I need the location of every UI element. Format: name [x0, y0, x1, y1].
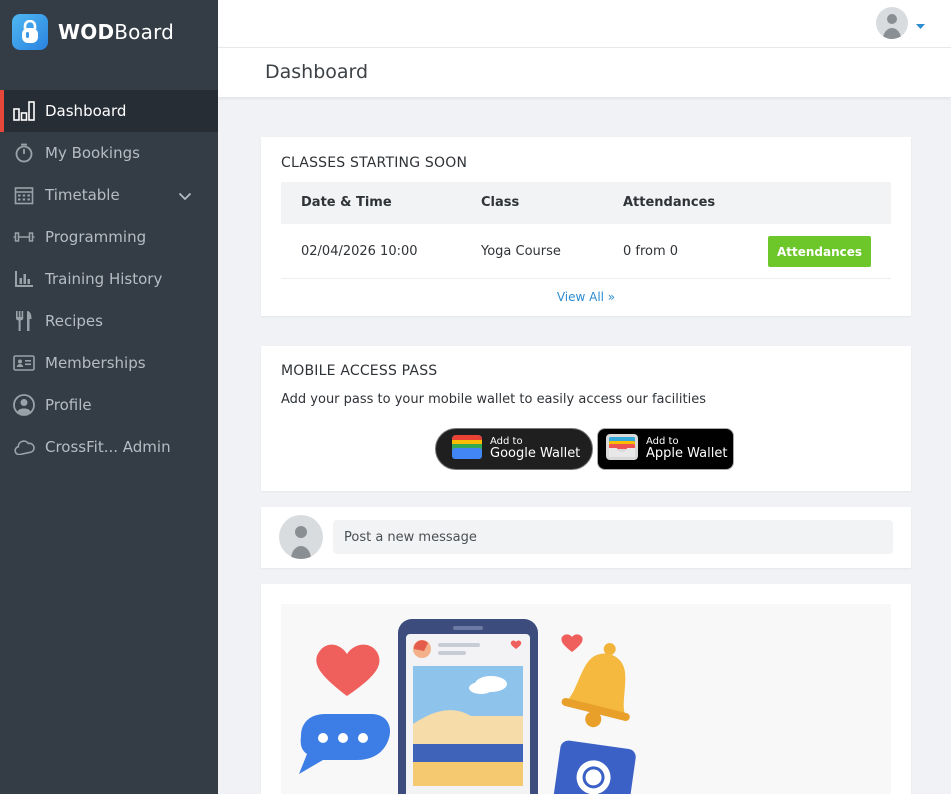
avatar	[279, 515, 323, 559]
attendances-button[interactable]: Attendances	[768, 236, 871, 267]
message-badge-icon	[552, 740, 636, 794]
card-title: MOBILE ACCESS PASS	[281, 363, 438, 379]
sidebar-item-memberships[interactable]: Memberships	[0, 342, 218, 384]
view-all-link[interactable]: View All »	[261, 290, 911, 304]
heart-icon	[561, 634, 583, 652]
post-message-input[interactable]	[333, 520, 893, 554]
add-to-apple-wallet-button[interactable]: Add to Apple Wallet	[597, 428, 734, 470]
sidebar-item-label: Recipes	[45, 312, 103, 330]
classes-card: CLASSES STARTING SOON Date & Time Class …	[261, 137, 911, 316]
heart-icon	[316, 644, 380, 696]
post-composer	[261, 507, 911, 568]
sidebar-item-programming[interactable]: Programming	[0, 216, 218, 258]
utensils-icon	[13, 310, 35, 332]
sidebar-item-label: My Bookings	[45, 144, 140, 162]
card-title: CLASSES STARTING SOON	[281, 155, 468, 171]
cloud-icon	[13, 436, 35, 458]
stopwatch-icon	[13, 142, 35, 164]
brand-name: WODBoard	[58, 20, 175, 44]
kettlebell-logo-icon	[12, 14, 48, 50]
chevron-down-icon[interactable]	[178, 187, 192, 205]
mobile-pass-card: MOBILE ACCESS PASS Add your pass to your…	[261, 346, 911, 491]
sidebar-item-crossfit-admin[interactable]: CrossFit... Admin	[0, 426, 218, 468]
sidebar-item-profile[interactable]: Profile	[0, 384, 218, 426]
caret-down-icon	[916, 14, 925, 33]
sidebar-item-label: Timetable	[45, 186, 120, 204]
illustration-card	[261, 584, 911, 794]
column-header-attendances: Attendances	[623, 195, 716, 210]
cell-attendances: 0 from 0	[623, 244, 679, 259]
sidebar-item-label: Profile	[45, 396, 92, 414]
add-to-google-wallet-button[interactable]: Add to Google Wallet	[435, 428, 593, 470]
user-menu-button[interactable]	[876, 7, 925, 39]
chat-bubble-icon	[299, 714, 391, 774]
sidebar-item-label: Training History	[45, 270, 163, 288]
table-row: 02/04/2026 10:00 Yoga Course 0 from 0 At…	[281, 224, 891, 279]
sidebar: WODBoard Dashboard My Bookings Timetable	[0, 0, 218, 794]
column-header-datetime: Date & Time	[301, 195, 392, 210]
sidebar-item-training-history[interactable]: Training History	[0, 258, 218, 300]
sidebar-item-label: Memberships	[45, 354, 146, 372]
page-title: Dashboard	[265, 61, 369, 83]
sidebar-item-label: Programming	[45, 228, 147, 246]
sidebar-item-recipes[interactable]: Recipes	[0, 300, 218, 342]
sidebar-item-dashboard[interactable]: Dashboard	[0, 90, 218, 132]
table-header: Date & Time Class Attendances	[281, 182, 891, 224]
column-header-class: Class	[481, 195, 520, 210]
cell-datetime: 02/04/2026 10:00	[301, 244, 418, 259]
social-illustration	[281, 604, 891, 794]
apple-wallet-label: Add to Apple Wallet	[646, 436, 728, 462]
user-circle-icon	[13, 394, 35, 416]
id-card-icon	[13, 352, 35, 374]
avatar	[876, 7, 908, 39]
mobile-pass-description: Add your pass to your mobile wallet to e…	[281, 392, 706, 407]
sidebar-item-my-bookings[interactable]: My Bookings	[0, 132, 218, 174]
google-wallet-label: Add to Google Wallet	[490, 436, 581, 462]
bar-chart-icon	[13, 100, 35, 122]
dumbbell-icon	[13, 226, 35, 248]
top-bar	[218, 0, 951, 48]
page-header: Dashboard	[218, 48, 951, 97]
brand[interactable]: WODBoard	[0, 0, 218, 64]
sidebar-item-label: CrossFit... Admin	[45, 438, 171, 456]
google-wallet-icon	[452, 435, 482, 463]
apple-wallet-icon	[606, 434, 638, 464]
chart-icon	[13, 268, 35, 290]
cell-class: Yoga Course	[481, 244, 561, 259]
sidebar-nav: Dashboard My Bookings Timetable Programm…	[0, 90, 218, 468]
phone-illustration	[398, 619, 538, 794]
calendar-icon	[13, 184, 35, 206]
sidebar-item-label: Dashboard	[45, 102, 127, 120]
sidebar-item-timetable[interactable]: Timetable	[0, 174, 218, 216]
